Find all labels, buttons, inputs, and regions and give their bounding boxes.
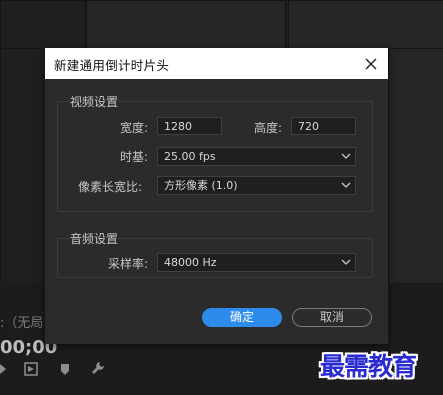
- pixel-aspect-label: 像素长宽比:: [78, 180, 143, 194]
- sample-rate-value: 48000 Hz: [164, 256, 217, 269]
- close-button[interactable]: [360, 53, 382, 75]
- chevron-down-icon: [341, 152, 351, 160]
- chevron-down-icon: [341, 181, 351, 189]
- timebase-value: 25.00 fps: [164, 150, 216, 163]
- dialog-titlebar[interactable]: 新建通用倒计时片头: [45, 48, 388, 79]
- width-field[interactable]: 1280: [157, 117, 222, 135]
- ok-button[interactable]: 确定: [202, 308, 282, 327]
- background-panel-top-middle: [86, 0, 286, 50]
- watermark-logo: 最需教育: [320, 352, 417, 381]
- background-panel-right: [388, 48, 443, 285]
- sample-rate-select[interactable]: 48000 Hz: [157, 253, 356, 272]
- background-panel-top-right: [288, 0, 443, 50]
- close-icon: [365, 58, 377, 70]
- chevron-down-icon: [341, 258, 351, 266]
- background-toolbar: [0, 360, 120, 380]
- pixel-aspect-value: 方形像素 (1.0): [164, 179, 238, 192]
- audio-settings-title: 音频设置: [70, 230, 119, 247]
- clip-marker-icon[interactable]: [60, 362, 70, 380]
- source-label: :（无局: [0, 316, 44, 331]
- dialog-title: 新建通用倒计时片头: [54, 58, 170, 73]
- pixel-aspect-select[interactable]: 方形像素 (1.0): [157, 176, 356, 195]
- wrench-icon[interactable]: [91, 361, 105, 379]
- background-panel-top-left: [0, 0, 86, 50]
- cancel-button[interactable]: 取消: [292, 308, 372, 327]
- new-countdown-leader-dialog: 新建通用倒计时片头 视频设置 宽度: 1280 高度: 720 时基: 25.0…: [45, 48, 388, 344]
- background-panel-left: [0, 48, 46, 285]
- timebase-select[interactable]: 25.00 fps: [157, 147, 356, 166]
- video-settings-title: 视频设置: [70, 93, 119, 110]
- height-label: 高度:: [254, 121, 283, 135]
- marker-icon[interactable]: [0, 362, 8, 380]
- timebase-label: 时基:: [120, 150, 149, 164]
- height-field[interactable]: 720: [291, 117, 356, 135]
- insert-icon[interactable]: [24, 362, 38, 380]
- width-label: 宽度:: [120, 121, 149, 135]
- sample-rate-label: 采样率:: [108, 257, 149, 271]
